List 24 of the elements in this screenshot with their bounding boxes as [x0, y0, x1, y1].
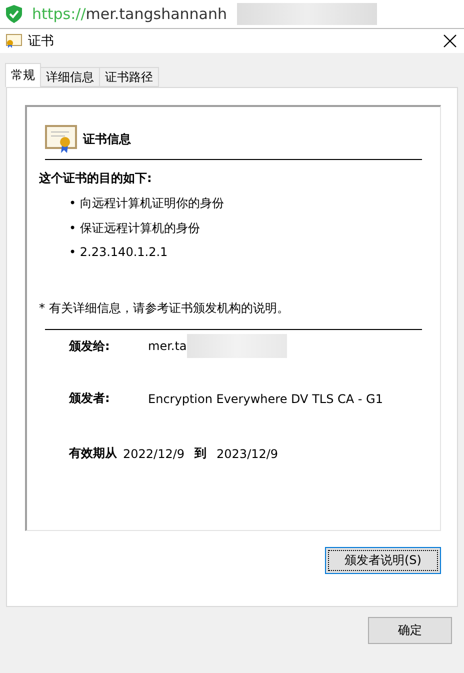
field-value: 2023/12/9	[216, 446, 278, 460]
field-label: 到	[194, 445, 207, 462]
tab[interactable]: 常规	[5, 63, 41, 87]
purpose-item: • 向远程计算机证明你的身份	[69, 195, 225, 212]
close-icon[interactable]	[442, 33, 458, 49]
window-title: 证书	[28, 33, 55, 50]
field-value: Encryption Everywhere DV TLS CA - G1	[148, 392, 383, 406]
issuer-statement-button[interactable]: 颁发者说明(S)	[325, 547, 441, 574]
ok-button[interactable]: 确定	[368, 617, 452, 644]
section-heading: 证书信息	[83, 130, 131, 148]
purpose-item: • 2.23.140.1.2.1	[69, 245, 169, 259]
field-label: 有效期从	[69, 445, 117, 462]
shield-icon	[6, 5, 22, 23]
tab[interactable]: 详细信息	[40, 67, 100, 87]
field-label: 颁发者:	[69, 390, 111, 407]
note-text: * 有关详细信息，请参考证书颁发机构的说明。	[39, 300, 290, 317]
certificate-icon	[45, 125, 77, 153]
purpose-item: • 保证远程计算机的身份	[69, 220, 201, 237]
tab[interactable]: 证书路径	[99, 67, 159, 87]
purpose-heading: 这个证书的目的如下:	[39, 170, 153, 187]
certificate-icon	[6, 34, 22, 48]
field-label: 颁发给:	[69, 338, 111, 354]
field-value: mer.ta	[148, 339, 187, 353]
field-value: 2022/12/9	[123, 446, 185, 460]
